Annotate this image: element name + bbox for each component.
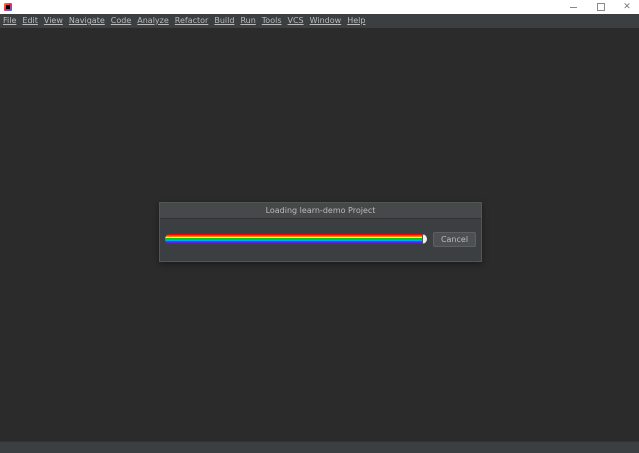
menu-analyze[interactable]: Analyze — [137, 14, 169, 28]
loading-progress-bar — [165, 234, 427, 244]
menu-run[interactable]: Run — [240, 14, 255, 28]
loading-project-dialog: Loading learn-demo Project Cancel — [159, 202, 482, 262]
status-bar — [0, 441, 639, 453]
menu-view[interactable]: View — [44, 14, 63, 28]
intellij-idea-icon — [4, 3, 12, 11]
close-icon: ✕ — [623, 2, 631, 12]
maximize-icon — [597, 3, 605, 11]
menu-tools[interactable]: Tools — [262, 14, 282, 28]
minimize-button[interactable] — [559, 0, 587, 14]
menu-code[interactable]: Code — [111, 14, 131, 28]
window-titlebar: ✕ — [0, 0, 639, 14]
progress-knob — [423, 234, 427, 244]
menu-build[interactable]: Build — [214, 14, 234, 28]
close-button[interactable]: ✕ — [613, 0, 639, 14]
menu-window[interactable]: Window — [310, 14, 342, 28]
menu-vcs[interactable]: VCS — [288, 14, 304, 28]
dialog-title: Loading learn-demo Project — [160, 203, 481, 219]
progress-fill — [165, 234, 422, 244]
menu-navigate[interactable]: Navigate — [69, 14, 105, 28]
cancel-button[interactable]: Cancel — [433, 232, 476, 247]
maximize-button[interactable] — [587, 0, 615, 14]
menu-file[interactable]: File — [3, 14, 16, 28]
menu-refactor[interactable]: Refactor — [175, 14, 209, 28]
minimize-icon — [569, 6, 577, 8]
menu-bar: File Edit View Navigate Code Analyze Ref… — [0, 14, 639, 28]
menu-edit[interactable]: Edit — [22, 14, 38, 28]
menu-help[interactable]: Help — [347, 14, 365, 28]
